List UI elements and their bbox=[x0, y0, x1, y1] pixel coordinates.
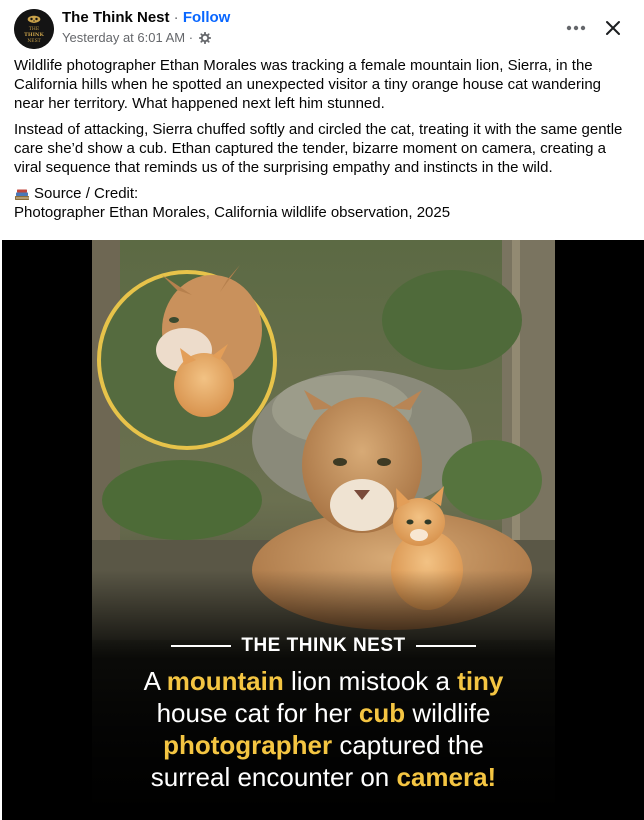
page-title-row: The Think Nest · Follow bbox=[62, 9, 230, 26]
headline-text: lion mistook a bbox=[283, 666, 458, 696]
source-label: Source / Credit: bbox=[34, 185, 139, 202]
headline-highlight-word: camera! bbox=[396, 762, 497, 792]
post-meta: Yesterday at 6:01 AM · bbox=[62, 30, 211, 47]
headline-text: wildlife bbox=[405, 698, 491, 728]
headline-line-1: A mountain lion mistook a tiny bbox=[92, 665, 555, 697]
brand-row: THE THINK NEST bbox=[92, 635, 555, 657]
headline-line-3: photographer captured the bbox=[92, 729, 555, 761]
headline-text: A bbox=[143, 666, 167, 696]
close-icon bbox=[606, 21, 620, 35]
post-paragraph-2: Instead of attacking, Sierra chuffed sof… bbox=[14, 121, 623, 176]
post-photo[interactable]: THE THINK NEST A mountain lion mistook a… bbox=[92, 240, 555, 820]
post-body: Wildlife photographer Ethan Morales was … bbox=[14, 56, 632, 222]
timestamp-link[interactable]: Yesterday at 6:01 AM bbox=[62, 30, 185, 45]
brand-label: THE THINK NEST bbox=[241, 635, 406, 656]
headline-highlight-word: photographer bbox=[163, 730, 333, 760]
avatar-text-bot: NEST bbox=[27, 38, 40, 44]
more-options-button[interactable] bbox=[560, 12, 592, 44]
headline-text: house cat for her bbox=[156, 698, 359, 728]
page-name-link[interactable]: The Think Nest bbox=[62, 9, 170, 26]
image-caption: THE THINK NEST A mountain lion mistook a… bbox=[92, 625, 555, 820]
headline-highlight-word: tiny bbox=[457, 666, 504, 696]
think-nest-logo-icon: THE THINK NEST bbox=[14, 9, 54, 49]
meta-separator: · bbox=[185, 30, 197, 45]
books-icon bbox=[15, 189, 29, 200]
headline-highlight-word: cub bbox=[358, 698, 406, 728]
headline-text: captured the bbox=[332, 730, 484, 760]
image-headline: A mountain lion mistook a tiny house cat… bbox=[92, 665, 555, 793]
post-paragraph-1: Wildlife photographer Ethan Morales was … bbox=[14, 57, 602, 112]
headline-highlight-word: mountain bbox=[166, 666, 284, 696]
source-text: Photographer Ethan Morales, California w… bbox=[14, 204, 451, 221]
more-dots-icon bbox=[566, 25, 586, 31]
close-button[interactable] bbox=[597, 12, 629, 44]
headline-text: surreal encounter on bbox=[150, 762, 397, 792]
separator-dot: · bbox=[169, 9, 183, 26]
brand-divider-left bbox=[171, 645, 232, 647]
page-avatar[interactable]: THE THINK NEST bbox=[14, 9, 54, 49]
avatar-text-mid: THINK bbox=[24, 32, 44, 38]
post-media[interactable]: THE THINK NEST A mountain lion mistook a… bbox=[2, 240, 644, 820]
headline-line-4: surreal encounter on camera! bbox=[92, 761, 555, 793]
source-line: Source / Credit: bbox=[14, 184, 632, 203]
follow-button[interactable]: Follow bbox=[183, 9, 231, 26]
brand-divider-right bbox=[415, 645, 476, 647]
gear-icon[interactable] bbox=[198, 31, 211, 47]
headline-line-2: house cat for her cub wildlife bbox=[92, 697, 555, 729]
post-header: THE THINK NEST The Think Nest · Follow Y… bbox=[0, 0, 644, 54]
